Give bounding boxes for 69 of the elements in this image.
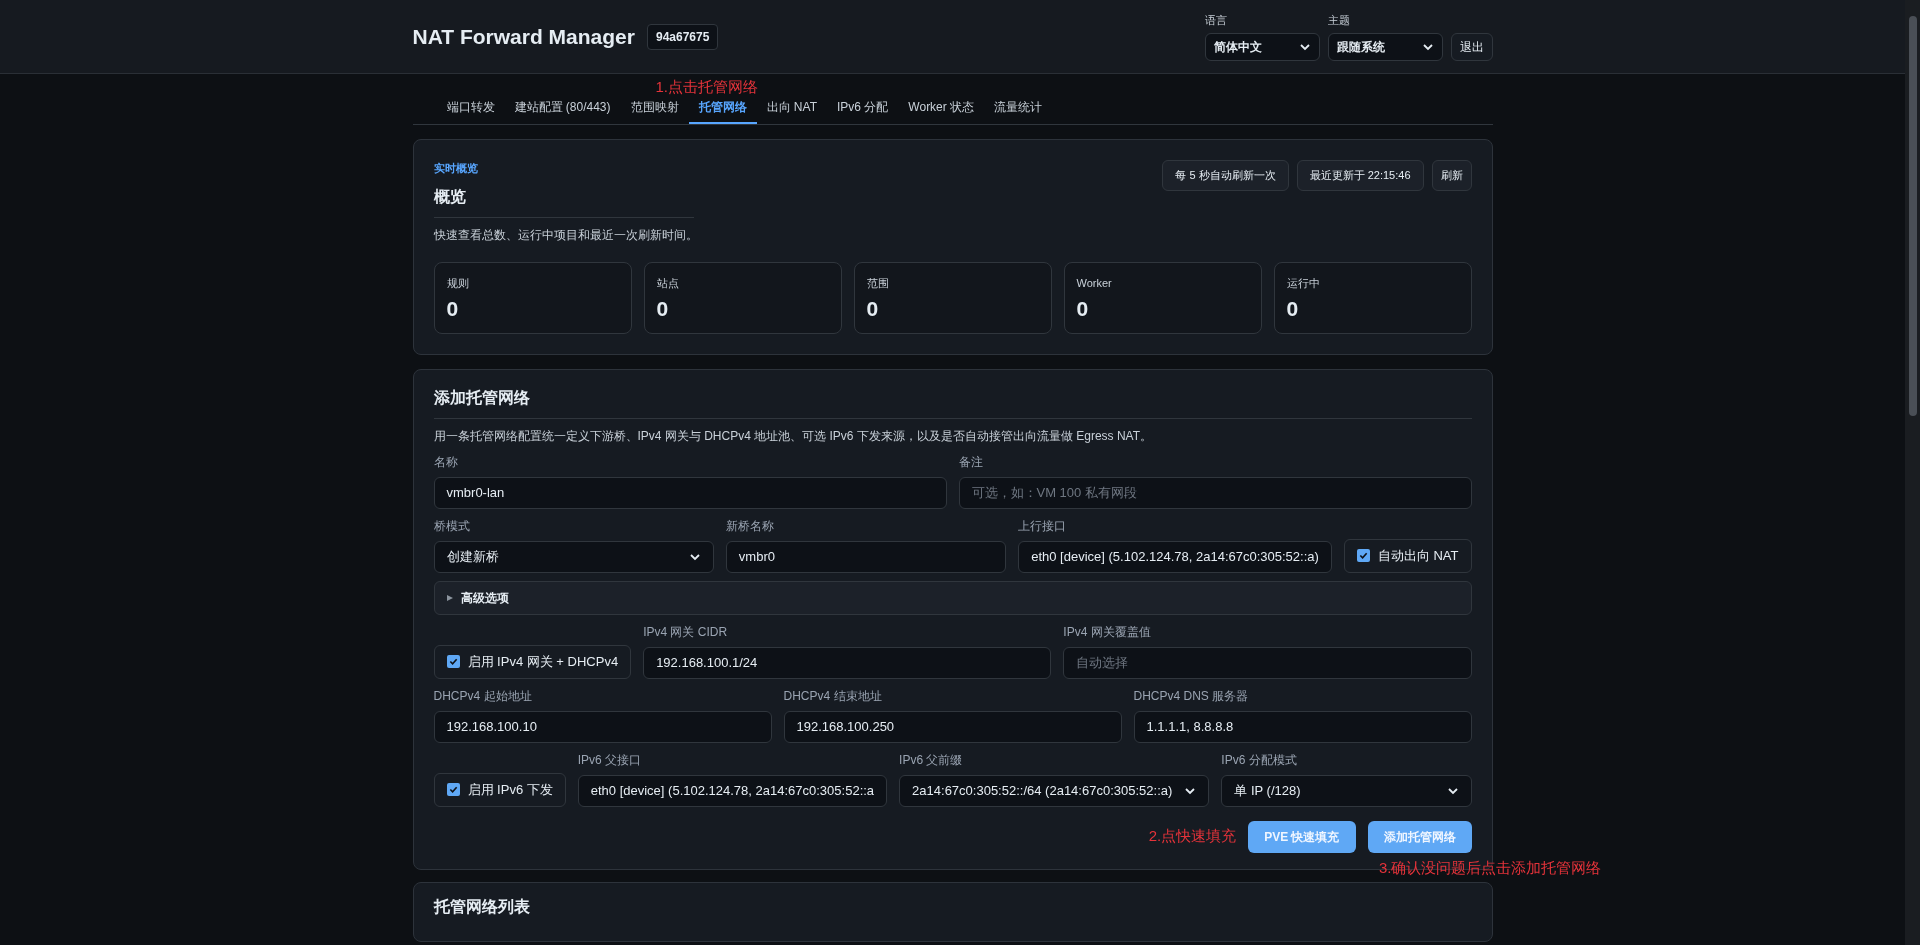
status-pill: 每 5 秒自动刷新一次 xyxy=(1162,160,1289,191)
field-label: IPv6 父接口 xyxy=(577,751,643,769)
advanced-options-toggle[interactable]: 高级选项 xyxy=(433,580,1472,615)
status-pill: 最近更新于 22:15:46 xyxy=(1296,160,1424,191)
input-field[interactable]: 1.1.1.1, 8.8.8.8 xyxy=(1133,710,1472,743)
field-label: 桥模式 xyxy=(433,517,471,535)
app-title: NAT Forward Manager xyxy=(412,23,635,50)
section-description: 用一条托管网络配置统一定义下游桥、IPv4 网关与 DHCPv4 地址池、可选 IPv6 下发来源，以及是否自动接管出向流量做 Egress NAT。 xyxy=(433,427,1153,445)
section-title: 添加托管网络 xyxy=(433,385,1472,419)
stat-value: 0 xyxy=(446,296,460,322)
nav-tab[interactable]: 出向 NAT xyxy=(756,92,827,124)
input-field[interactable]: 192.168.100.10 xyxy=(433,710,772,743)
input-field[interactable]: 192.168.100.250 xyxy=(783,710,1122,743)
nav-tab[interactable]: 建站配置 (80/443) xyxy=(504,92,621,124)
field-label: IPv4 网关覆盖值 xyxy=(1063,623,1152,641)
field-label: 名称 xyxy=(433,453,459,471)
input-field[interactable]: 可选，如：VM 100 私有网段 xyxy=(958,476,1472,509)
input-field[interactable]: 自动选择 xyxy=(1063,646,1472,679)
stat-label: 规则 xyxy=(446,275,470,291)
select-label: 语言 xyxy=(1204,13,1228,29)
field-label: 备注 xyxy=(958,453,984,471)
disclosure-triangle-icon xyxy=(446,594,453,601)
annotation-text: 3.确认没问题后点击添加托管网络 xyxy=(1379,857,1602,878)
stat-value: 0 xyxy=(1286,296,1300,322)
stat-label: Worker xyxy=(1076,275,1113,291)
select-dropdown[interactable]: 简体中文 xyxy=(1204,32,1320,61)
checkbox-option[interactable]: 自动出向 NAT xyxy=(1343,538,1472,573)
field-label: 上行接口 xyxy=(1018,517,1068,535)
stat-value: 0 xyxy=(1076,296,1090,322)
select-dropdown[interactable]: 跟随系统 xyxy=(1327,32,1443,61)
nav-tab[interactable]: 端口转发 xyxy=(436,92,505,124)
field-label: 新桥名称 xyxy=(725,517,775,535)
checkbox-option[interactable]: 启用 IPv4 网关 + DHCPv4 xyxy=(433,644,632,679)
select-dropdown[interactable]: 创建新桥 xyxy=(433,540,714,573)
input-field[interactable]: vmbr0-lan xyxy=(433,476,947,509)
checkbox[interactable] xyxy=(1356,549,1370,562)
select-dropdown[interactable]: 单 IP (/128) xyxy=(1221,774,1472,807)
section-title: 托管网络列表 xyxy=(433,897,530,915)
input-field[interactable]: vmbr0 xyxy=(725,540,1007,573)
stat-label: 范围 xyxy=(866,275,890,291)
input-field[interactable]: eth0 [device] (5.102.124.78, 2a14:67c0:305:52::a) xyxy=(1018,540,1332,573)
field-label: IPv4 网关 CIDR xyxy=(643,623,729,641)
version-tag: 94a67675 xyxy=(646,23,719,50)
logout-button[interactable]: 退出 xyxy=(1450,32,1493,61)
field-label: DHCPv4 结束地址 xyxy=(783,687,883,705)
nav-tab[interactable]: IPv6 分配 xyxy=(827,92,899,124)
stat-value: 0 xyxy=(866,296,880,322)
annotation-text: 2.点快速填充 xyxy=(1148,826,1237,847)
checkbox[interactable] xyxy=(446,783,460,796)
stat-label: 站点 xyxy=(656,275,680,291)
checkbox[interactable] xyxy=(446,655,460,668)
nav-tab[interactable]: 流量统计 xyxy=(984,92,1053,124)
section-description: 快速查看总数、运行中项目和最近一次刷新时间。 xyxy=(433,226,694,244)
field-label: DHCPv4 DNS 服务器 xyxy=(1133,687,1250,705)
field-label: IPv6 父前缀 xyxy=(899,751,964,769)
refresh-button[interactable]: 刷新 xyxy=(1431,160,1472,191)
field-label: DHCPv4 起始地址 xyxy=(433,687,533,705)
stat-label: 运行中 xyxy=(1286,275,1321,291)
stat-value: 0 xyxy=(656,296,670,322)
section-eyebrow: 实时概览 xyxy=(433,161,479,176)
nav-tab[interactable]: Worker 状态 xyxy=(898,92,985,124)
select-dropdown[interactable]: 2a14:67c0:305:52::/64 (2a14:67c0:305:52::a) xyxy=(899,774,1210,807)
input-field[interactable]: 192.168.100.1/24 xyxy=(643,646,1052,679)
field-label: IPv6 分配模式 xyxy=(1221,751,1298,769)
checkbox-option[interactable]: 启用 IPv6 下发 xyxy=(433,772,566,807)
select-label: 主题 xyxy=(1327,13,1351,29)
section-title: 概览 xyxy=(433,184,694,218)
scrollbar[interactable] xyxy=(1905,0,1920,945)
input-field[interactable]: eth0 [device] (5.102.124.78, 2a14:67c0:305:52::a xyxy=(577,774,888,807)
